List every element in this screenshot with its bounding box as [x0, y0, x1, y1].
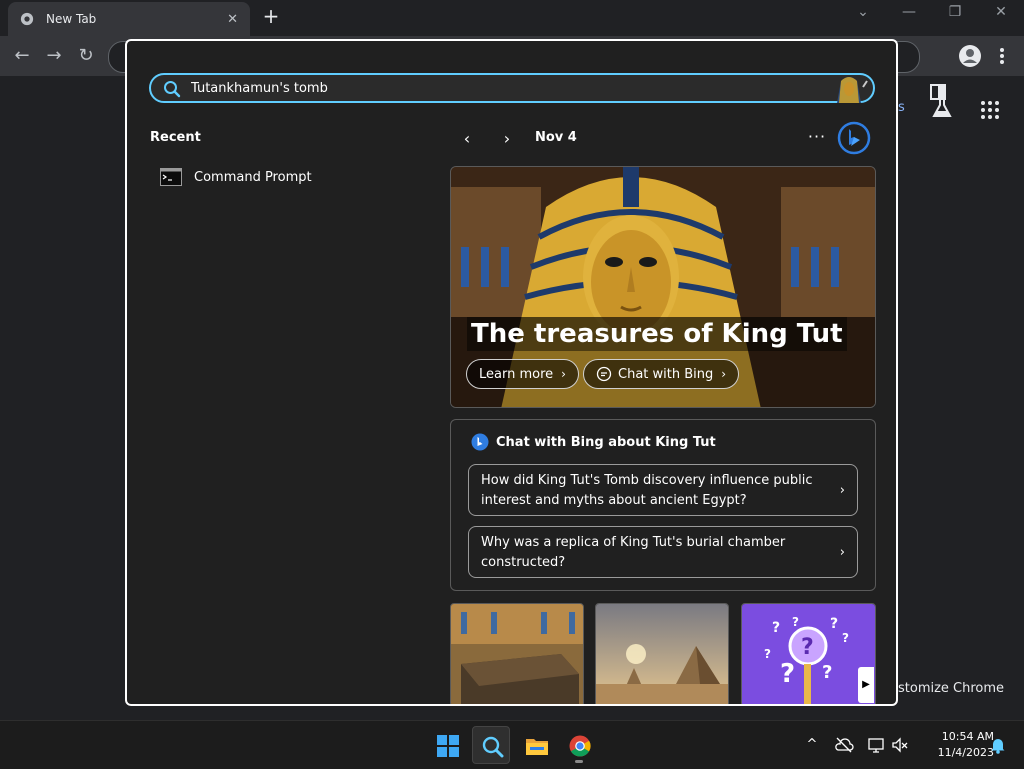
chrome-favicon-icon: [20, 12, 34, 26]
reload-icon[interactable]: ↻: [74, 44, 98, 68]
minimize-icon[interactable]: —: [894, 4, 924, 26]
chat-bubble-icon: [596, 366, 612, 382]
pyramids-sphinx-thumbnail[interactable]: [595, 603, 729, 704]
command-prompt-icon: [160, 168, 182, 186]
tab-strip: New Tab ✕ + ⌄ — ❐ ✕: [0, 0, 1024, 36]
search-box[interactable]: [149, 73, 875, 103]
volume-muted-icon[interactable]: [890, 735, 910, 755]
tab-search-dropdown-icon[interactable]: ⌄: [848, 4, 878, 26]
chat-card-header: Chat with Bing about King Tut: [471, 433, 716, 451]
network-icon[interactable]: [866, 735, 886, 755]
google-apps-icon[interactable]: [980, 100, 1000, 120]
tab-close-icon[interactable]: ✕: [227, 12, 238, 27]
system-clock[interactable]: 10:54 AM 11/4/2023: [916, 729, 994, 761]
chat-with-bing-button[interactable]: Chat with Bing ›: [583, 359, 740, 389]
highlight-hero-card[interactable]: The treasures of King Tut Learn more › C…: [450, 166, 876, 408]
hero-title[interactable]: The treasures of King Tut: [467, 317, 847, 351]
learn-more-button[interactable]: Learn more ›: [466, 359, 579, 389]
back-icon[interactable]: ←: [10, 44, 34, 68]
tab-new-tab[interactable]: New Tab ✕: [8, 2, 250, 36]
folder-icon: [526, 739, 548, 755]
svg-text:?: ?: [792, 615, 799, 629]
notifications-bell-icon[interactable]: [988, 735, 1008, 755]
chat-question-1[interactable]: How did King Tut's Tomb discovery influe…: [468, 464, 858, 516]
profile-avatar-icon[interactable]: [958, 44, 982, 68]
chevron-right-icon: ›: [721, 367, 727, 381]
windows-logo-icon: [437, 735, 459, 757]
sarcophagus-image: [451, 604, 583, 704]
bing-chat-icon: [471, 433, 489, 451]
onedrive-offline-icon[interactable]: [834, 735, 854, 755]
tomb-sarcophagus-thumbnail[interactable]: [450, 603, 584, 704]
recent-item-command-prompt[interactable]: Command Prompt: [160, 168, 312, 186]
svg-text:?: ?: [801, 635, 814, 660]
chrome-icon: [569, 735, 591, 757]
windows-search-flyout: Recent Command Prompt ‹ › Nov 4 ···: [125, 39, 898, 706]
question-marks-image: ?? ?? ?? ? ?: [742, 604, 875, 704]
bing-logo-icon[interactable]: [837, 121, 871, 155]
chrome-menu-icon[interactable]: [996, 44, 1008, 68]
recent-heading: Recent: [150, 130, 201, 145]
svg-text:?: ?: [822, 662, 832, 683]
chat-question-2[interactable]: Why was a replica of King Tut's burial c…: [468, 526, 858, 578]
previous-day-button[interactable]: ‹: [457, 129, 477, 149]
chevron-right-icon: ›: [839, 483, 845, 498]
clock-time: 10:54 AM: [941, 730, 994, 743]
file-explorer-button[interactable]: [516, 726, 554, 764]
start-button[interactable]: [428, 726, 466, 764]
svg-text:?: ?: [764, 647, 771, 661]
more-options-button[interactable]: ···: [805, 127, 829, 147]
svg-text:?: ?: [780, 659, 795, 689]
taskbar-search-button[interactable]: [472, 726, 510, 764]
shortcut-link-partial[interactable]: s: [898, 100, 905, 115]
next-day-button[interactable]: ›: [497, 129, 517, 149]
taskbar: ^ 10:54 AM 11/4/2023: [0, 720, 1024, 769]
chat-question-text: Why was a replica of King Tut's burial c…: [481, 535, 786, 570]
search-icon: [482, 736, 504, 758]
window-close-icon[interactable]: ✕: [986, 4, 1016, 26]
tab-title: New Tab: [46, 12, 97, 26]
chevron-right-icon: ›: [561, 367, 566, 381]
forward-icon[interactable]: →: [42, 44, 66, 68]
svg-text:?: ?: [772, 620, 780, 636]
question-marks-thumbnail[interactable]: ?? ?? ?? ? ?: [741, 603, 876, 704]
pyramids-image: [596, 604, 728, 704]
svg-text:?: ?: [830, 616, 838, 632]
chat-card-title: Chat with Bing about King Tut: [496, 434, 716, 450]
labs-flask-icon[interactable]: [930, 96, 954, 120]
chrome-taskbar-button[interactable]: [560, 726, 598, 764]
search-input[interactable]: [191, 77, 791, 99]
new-tab-button[interactable]: +: [260, 6, 282, 28]
learn-more-label: Learn more: [479, 366, 554, 382]
clock-date: 11/4/2023: [937, 746, 994, 759]
restore-icon[interactable]: ❐: [940, 4, 970, 26]
recent-item-label: Command Prompt: [194, 169, 312, 185]
customize-chrome-button[interactable]: stomize Chrome: [898, 681, 1004, 696]
chat-with-bing-card: Chat with Bing about King Tut How did Ki…: [450, 419, 876, 591]
scroll-right-button[interactable]: ▶: [858, 667, 874, 703]
tray-overflow-chevron-icon[interactable]: ^: [802, 735, 822, 755]
svg-text:?: ?: [842, 631, 849, 645]
search-icon: [164, 81, 181, 98]
running-indicator: [575, 760, 583, 763]
highlight-date: Nov 4: [535, 130, 577, 145]
chat-question-text: How did King Tut's Tomb discovery influe…: [481, 473, 813, 508]
search-highlight-tut-icon: [837, 77, 868, 103]
chevron-right-icon: ›: [839, 545, 845, 560]
chat-with-bing-label: Chat with Bing: [618, 366, 714, 382]
